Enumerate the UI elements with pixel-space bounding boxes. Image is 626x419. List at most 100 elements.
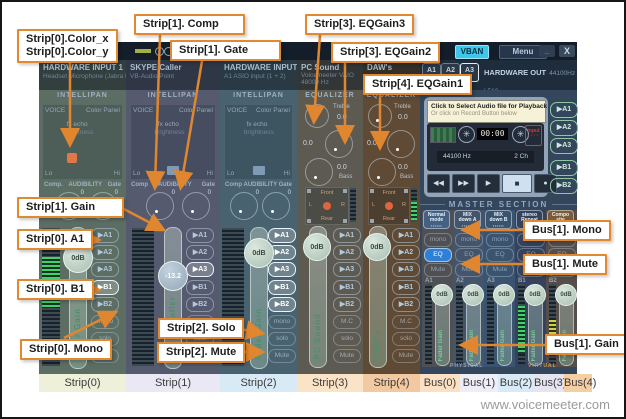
strip-2-mono-button[interactable]: mono	[268, 315, 296, 329]
strip-1-a3-button[interactable]: ▶A3	[186, 262, 214, 277]
strip-1-b2-button[interactable]: ▶B2	[186, 297, 214, 312]
bus-2-eq-button[interactable]: EQ	[486, 248, 514, 262]
strip-0-a3-button[interactable]: ▶A3	[91, 262, 119, 277]
stop-button[interactable]: ■	[502, 174, 532, 193]
gate-knob[interactable]: 0	[262, 192, 290, 220]
strip-0-mono-button[interactable]: mono	[91, 315, 119, 329]
strip-3-b1-button[interactable]: ▶B1	[333, 280, 361, 295]
input-record-button[interactable]: input	[525, 125, 542, 146]
intellipan-pad[interactable]: VOICE Color Panel fx echo brightness Lo …	[224, 104, 293, 180]
eq-mid-knob[interactable]	[325, 130, 353, 158]
bus-fader-knob[interactable]: 0dB	[431, 284, 453, 306]
hi-label: Hi	[207, 170, 213, 177]
strip-4-a2-button[interactable]: ▶A2	[392, 245, 420, 260]
fader-knob[interactable]: 0dB	[244, 238, 274, 268]
strip-4-b2-button[interactable]: ▶B2	[392, 297, 420, 312]
gate-knob[interactable]: 0	[182, 192, 210, 220]
strip-3-b2-button[interactable]: ▶B2	[333, 297, 361, 312]
strip-2-b1-button[interactable]: ▶B1	[268, 280, 296, 295]
strip-2-solo-button[interactable]: solo	[268, 332, 296, 346]
vban-button[interactable]: VBAN	[455, 45, 489, 59]
strip-4-b1-button[interactable]: ▶B1	[392, 280, 420, 295]
pan-position-handle[interactable]	[323, 202, 331, 210]
bus-2: MIX down B mono EQ Mute A3 Fader Gain 0d…	[484, 210, 515, 367]
bus-2-mode-button[interactable]: MIX down B	[485, 210, 512, 229]
minimize-button[interactable]: _	[539, 45, 555, 57]
bus-fader-knob[interactable]: 0dB	[493, 284, 515, 306]
pan-position-handle[interactable]	[385, 202, 393, 210]
pan-position-handle[interactable]	[167, 166, 179, 175]
pan-position-handle[interactable]	[253, 166, 265, 175]
eq-bass-knob[interactable]	[305, 158, 333, 186]
bus-0-mute-button[interactable]: Mute	[424, 263, 452, 277]
comp-knob[interactable]: 0	[230, 192, 258, 220]
bus-1-mode-button[interactable]: MIX down A	[454, 210, 481, 229]
cassette-route-b2[interactable]: ▶B2	[550, 178, 578, 194]
bus-1-eq-button[interactable]: EQ	[455, 248, 483, 262]
strip-1-b1-button[interactable]: ▶B1	[186, 280, 214, 295]
bus-fader-knob[interactable]: 0dB	[555, 284, 577, 306]
fader-knob[interactable]: 0dB	[303, 233, 331, 261]
eq-treble-knob[interactable]	[368, 104, 392, 128]
strip-0-a2-button[interactable]: ▶A2	[91, 245, 119, 260]
strip-3-a2-button[interactable]: ▶A2	[333, 245, 361, 260]
strip-2-a1-button[interactable]: ▶A1	[268, 228, 296, 243]
cassette-route-b1[interactable]: ▶B1	[550, 160, 578, 176]
strip-2-b2-button[interactable]: ▶B2	[268, 297, 296, 312]
rewind-button[interactable]: ◀◀	[427, 174, 450, 193]
strip-4-mc-button[interactable]: M.C	[392, 315, 420, 329]
fader-knob[interactable]: 0dB	[363, 233, 391, 261]
strip-4-solo-button[interactable]: solo	[392, 332, 420, 346]
cassette-route-a1[interactable]: ▶A1	[550, 102, 578, 118]
surround-pan-pad[interactable]: Front L R Rear	[368, 187, 410, 225]
bus-2-mute-button[interactable]: Mute	[486, 263, 514, 277]
cassette-route-a3[interactable]: ▶A3	[550, 138, 578, 154]
strip-3-mc-button[interactable]: M.C	[333, 315, 361, 329]
strip-0-b2-button[interactable]: ▶B2	[91, 297, 119, 312]
bus-2-mono-button[interactable]: mono	[486, 233, 514, 247]
surround-pan-pad[interactable]: Front L R Rear	[305, 187, 349, 225]
strip-1-a1-button[interactable]: ▶A1	[186, 228, 214, 243]
bus-fader-knob[interactable]: 0dB	[524, 284, 546, 306]
strip-1-a2-button[interactable]: ▶A2	[186, 245, 214, 260]
strip-3-a3-button[interactable]: ▶A3	[333, 262, 361, 277]
fader-knob[interactable]: -13.2	[158, 261, 188, 291]
strip-4-a3-button[interactable]: ▶A3	[392, 262, 420, 277]
strip-2-a3-button[interactable]: ▶A3	[268, 262, 296, 277]
close-button[interactable]: X	[559, 45, 575, 57]
bus-fader-knob[interactable]: 0dB	[462, 284, 484, 306]
bus-0-mono-button[interactable]: mono	[424, 233, 452, 247]
intellipan-pad[interactable]: VOICE Color Panel fx echo brightness Lo …	[42, 104, 123, 180]
front-label: Front	[383, 190, 396, 196]
eq-treble-knob[interactable]	[305, 104, 329, 128]
play-button[interactable]: ▶	[477, 174, 500, 193]
bus-0-mode-button[interactable]: Normal mode	[423, 210, 450, 229]
cassette-route-a2[interactable]: ▶A2	[550, 120, 578, 136]
fader-value: 0dB	[529, 292, 540, 298]
strip-3-a1-button[interactable]: ▶A1	[333, 228, 361, 243]
strip-2-knob-labels: Comp AUDIBILITY Gate	[220, 182, 297, 188]
fast-forward-button[interactable]: ▶▶	[452, 174, 475, 193]
bus-1-mono-button[interactable]: mono	[455, 233, 483, 247]
fader-value: -13.2	[165, 273, 181, 280]
strip-2-mute-button[interactable]: Mute	[268, 349, 296, 363]
eq-mid-knob[interactable]	[387, 130, 415, 158]
color-position-handle[interactable]	[67, 153, 77, 163]
strip-4-mute-button[interactable]: Mute	[392, 349, 420, 363]
strip-0-a1-button[interactable]: ▶A1	[91, 228, 119, 243]
strip-3-solo-button[interactable]: solo	[333, 332, 361, 346]
playback-hint[interactable]: Click to Select Audio file for Playback …	[427, 100, 546, 123]
strip-3-mute-button[interactable]: Mute	[333, 349, 361, 363]
bus-1-mute-button[interactable]: Mute	[455, 263, 483, 277]
comp-value: 0	[81, 190, 84, 196]
audibility-label: AUDIBILITY	[243, 182, 277, 188]
strip-4-a1-button[interactable]: ▶A1	[392, 228, 420, 243]
legend-strip-1: Strip(1)	[126, 374, 220, 392]
eq-bass-knob[interactable]	[368, 158, 396, 186]
comp-knob[interactable]: 0	[146, 192, 174, 220]
fader-value: 0dB	[498, 292, 509, 298]
strip-0-b1-button[interactable]: ▶B1	[91, 280, 119, 295]
bus-0-eq-button[interactable]: EQ	[424, 248, 452, 262]
intellipan-pad[interactable]: VOICE Color Panel fx echo brightness Lo …	[130, 104, 216, 180]
legend-bus-2: Bus(2)	[498, 374, 534, 392]
